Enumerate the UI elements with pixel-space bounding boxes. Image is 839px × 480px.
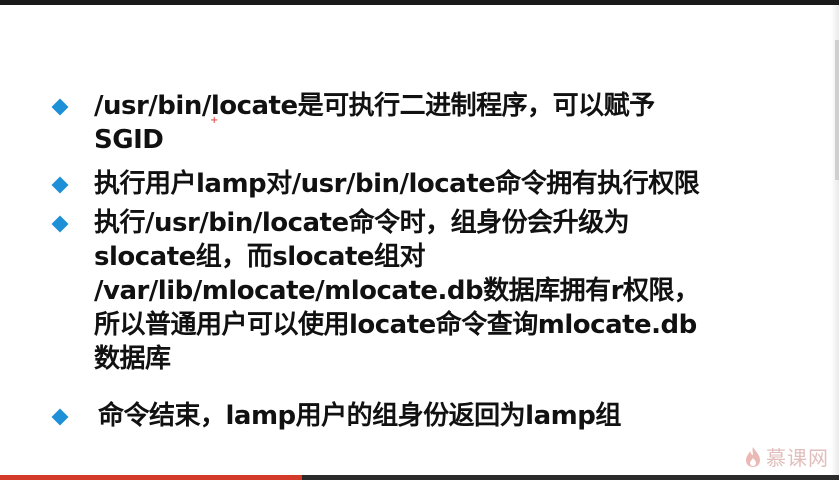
watermark-text: 慕课网 [766,446,829,470]
red-annotation-mark: + [210,115,219,126]
diamond-bullet-icon [51,408,69,426]
bullet-item: 执行用户lamp对/usr/bin/locate命令拥有执行权限 [51,167,700,201]
slide-content: /usr/bin/locate是可执行二进制程序，可以赋予 SGID 执行用户l… [0,5,839,475]
bullet-item: 命令结束，lamp用户的组身份返回为lamp组 [51,399,621,433]
diamond-bullet-icon [51,215,69,233]
watermark: 慕课网 [744,442,829,471]
bullet-text: 执行用户lamp对/usr/bin/locate命令拥有执行权限 [94,169,700,199]
video-progress-bar[interactable] [0,475,839,480]
slide-right-shadow [835,40,839,180]
diamond-bullet-icon [51,98,69,116]
bullet-text: 命令结束，lamp用户的组身份返回为lamp组 [98,401,621,431]
diamond-bullet-icon [51,176,69,194]
bullet-text: /usr/bin/locate是可执行二进制程序，可以赋予 SGID [94,91,655,155]
progress-fill [0,475,303,480]
bullet-item: 执行/usr/bin/locate命令时，组身份会升级为 slocate组，而s… [51,206,700,376]
flame-logo-icon [746,446,760,467]
bullet-item: /usr/bin/locate是可执行二进制程序，可以赋予 SGID [51,89,655,157]
bullet-text: 执行/usr/bin/locate命令时，组身份会升级为 slocate组，而s… [94,208,700,374]
